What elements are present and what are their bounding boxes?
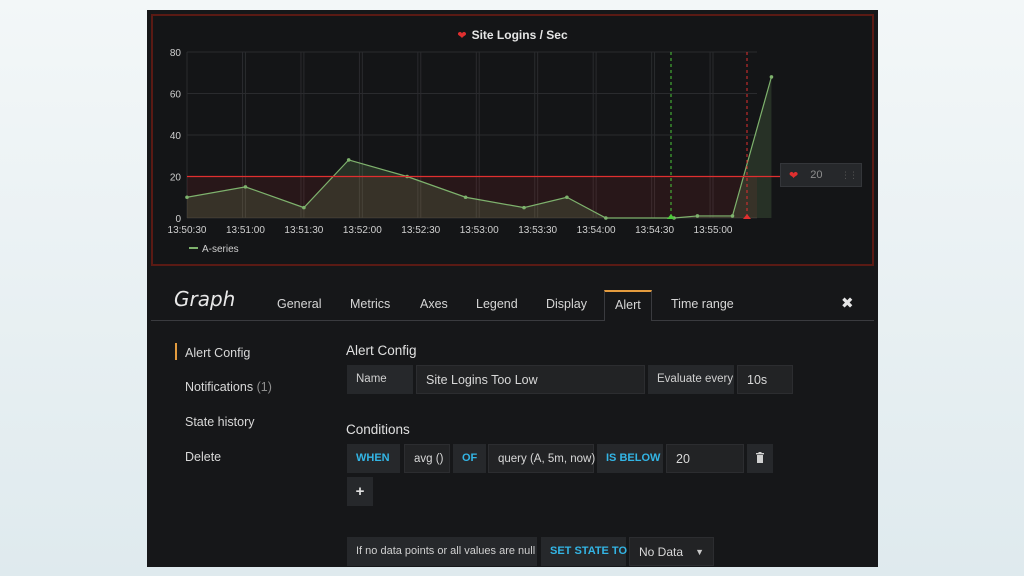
graph-panel[interactable]: ❤ Site Logins / Sec 0 20 40 60 80 13:50:30 13:5…: [151, 14, 874, 266]
grafana-window: ❤ Site Logins / Sec 0 20 40 60 80 13:50:30 13:5…: [147, 10, 878, 567]
sidebar-item-alert-config[interactable]: Alert Config: [185, 346, 250, 360]
drag-grip-icon[interactable]: ⋮⋮: [841, 170, 858, 181]
threshold-handle[interactable]: ❤ 20 ⋮⋮: [780, 163, 862, 187]
data-point: [185, 195, 189, 200]
conditions-heading: Conditions: [346, 422, 410, 437]
editor-title: Graph: [174, 287, 236, 311]
sidebar-item-label: Notifications: [185, 380, 254, 394]
x-tick-label: 13:51:30: [284, 225, 323, 236]
x-tick-label: 13:54:30: [635, 225, 674, 236]
sidebar-item-label: State history: [185, 415, 255, 429]
no-data-state-select[interactable]: No Data ▼: [629, 537, 714, 566]
sidebar-item-label: Alert Config: [185, 346, 251, 360]
y-tick-label: 60: [170, 90, 182, 101]
delete-condition-button[interactable]: [747, 444, 773, 473]
threshold-input[interactable]: 20: [666, 444, 744, 473]
tabs-divider: [151, 320, 874, 321]
tab-display[interactable]: Display: [546, 297, 587, 311]
data-point: [565, 195, 569, 200]
data-point: [769, 75, 774, 79]
tab-time-range[interactable]: Time range: [671, 297, 734, 311]
sidebar-item-label: Delete: [185, 450, 222, 464]
sidebar-item-notifications[interactable]: Notifications (1): [185, 380, 272, 394]
evaluate-every-label: Evaluate every: [648, 365, 734, 394]
tab-general[interactable]: General: [277, 297, 321, 311]
x-tick-label: 13:55:00: [694, 225, 733, 236]
data-point: [604, 216, 608, 220]
data-point: [346, 158, 351, 162]
tab-metrics[interactable]: Metrics: [350, 297, 390, 311]
x-tick-label: 13:52:00: [343, 225, 382, 236]
tab-alert[interactable]: Alert: [604, 290, 652, 321]
threshold-heart-icon: ❤: [789, 169, 799, 182]
tab-axes[interactable]: Axes: [420, 297, 448, 311]
alert-config-heading: Alert Config: [346, 343, 417, 358]
when-keyword: WHEN: [347, 444, 400, 473]
data-point: [243, 185, 248, 189]
notifications-count: (1): [256, 380, 272, 394]
trash-icon: [756, 452, 764, 464]
sidebar-item-delete[interactable]: Delete: [185, 450, 221, 464]
x-tick-label: 13:53:00: [460, 225, 499, 236]
x-tick-label: 13:54:00: [577, 225, 616, 236]
data-point: [695, 214, 700, 218]
evaluate-every-input[interactable]: 10s: [737, 365, 793, 394]
add-condition-button[interactable]: +: [347, 477, 373, 506]
x-tick-label: 13:50:30: [168, 225, 207, 236]
x-tick-label: 13:51:00: [226, 225, 265, 236]
evaluator-select[interactable]: IS BELOW: [597, 444, 663, 473]
alert-name-input[interactable]: Site Logins Too Low: [416, 365, 645, 394]
active-indicator: [175, 343, 177, 360]
data-point: [730, 214, 735, 218]
threshold-handle-value: 20: [810, 169, 823, 181]
data-point: [302, 205, 306, 210]
reducer-select[interactable]: avg (): [404, 444, 450, 473]
y-tick-label: 0: [175, 214, 181, 225]
tab-legend[interactable]: Legend: [476, 297, 518, 311]
data-point: [463, 195, 468, 200]
set-state-to-keyword: SET STATE TO: [541, 537, 627, 566]
legend-label: A-series: [202, 244, 239, 255]
x-tick-label: 13:53:30: [518, 225, 557, 236]
y-tick-label: 40: [170, 131, 182, 142]
close-icon[interactable]: ✖: [841, 294, 854, 312]
chevron-down-icon: ▼: [695, 547, 704, 557]
chart: 0 20 40 60 80 13:50:30 13:51:00 13:51:30 13:52:0…: [168, 48, 780, 255]
no-data-label: If no data points or all values are null: [347, 537, 537, 566]
y-tick-label: 20: [170, 173, 182, 184]
sidebar-item-state-history[interactable]: State history: [185, 415, 254, 429]
x-tick-label: 13:52:30: [401, 225, 440, 236]
data-point: [522, 205, 526, 210]
query-select[interactable]: query (A, 5m, now): [488, 444, 595, 473]
of-keyword: OF: [453, 444, 486, 473]
y-tick-label: 80: [170, 48, 182, 59]
no-data-state-value: No Data: [639, 545, 684, 559]
name-label: Name: [347, 365, 413, 394]
